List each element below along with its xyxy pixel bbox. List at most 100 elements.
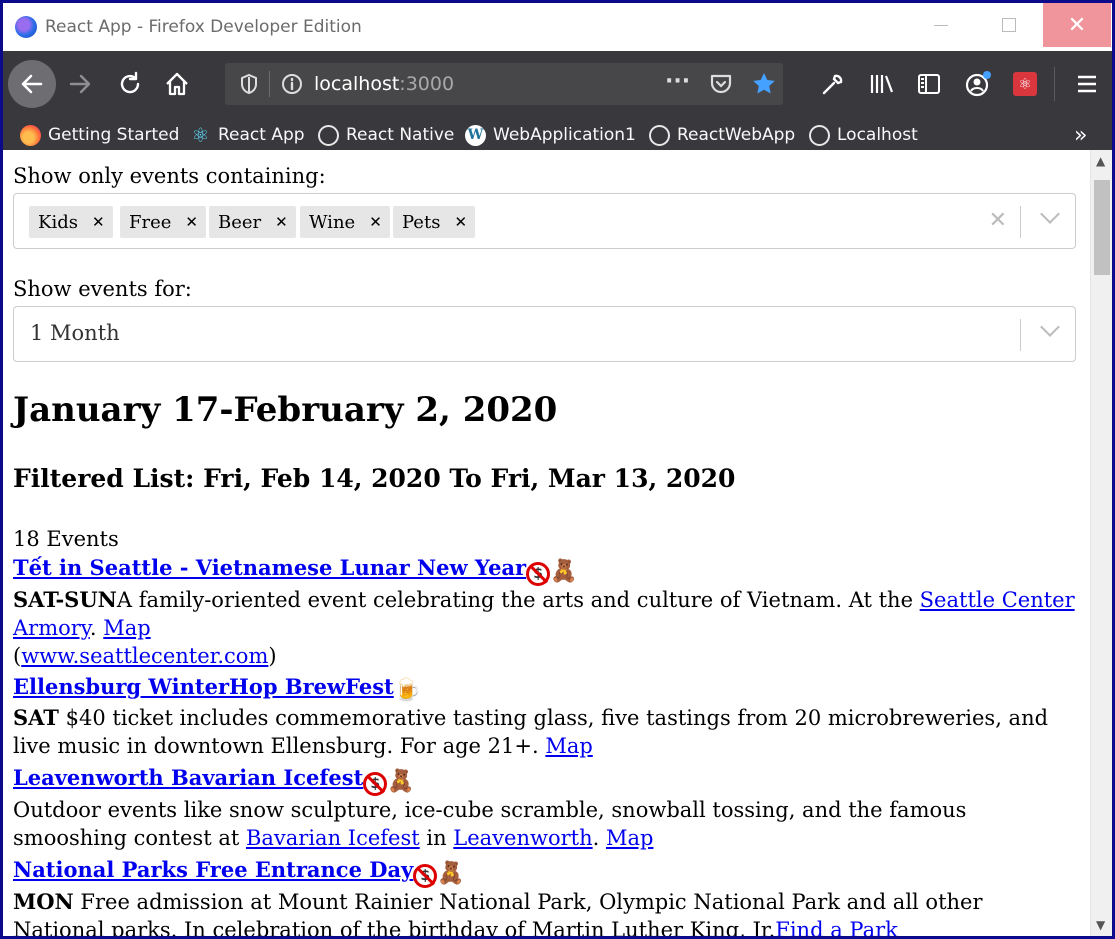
maximize-button[interactable] — [975, 3, 1043, 47]
forward-arrow-icon — [69, 74, 91, 94]
free-icon: $ — [363, 772, 388, 796]
react-devtools-extension-icon[interactable]: ⚛ — [1013, 72, 1037, 96]
chevron-down-icon[interactable] — [1040, 204, 1060, 224]
map-link[interactable]: Map — [606, 826, 653, 850]
minimize-button[interactable] — [907, 3, 975, 47]
toolbar-divider — [1054, 67, 1055, 101]
map-link[interactable]: Map — [103, 616, 150, 640]
home-button[interactable] — [163, 70, 191, 98]
window-title: React App - Firefox Developer Edition — [45, 17, 362, 37]
scroll-up-icon[interactable]: ▲ — [1096, 154, 1105, 168]
events-list: Tết in Seattle - Vietnamese Lunar New Ye… — [13, 554, 1078, 936]
url-port: :3000 — [399, 73, 455, 95]
bookmark-getting-started[interactable]: Getting Started — [20, 117, 179, 153]
event-title-link[interactable]: National Parks Free Entrance Day — [13, 857, 413, 882]
site-info-icon — [282, 74, 302, 94]
event-day: SAT — [13, 705, 59, 730]
kids-teddy-bear-icon: 🧸 — [550, 559, 578, 584]
map-link[interactable]: Map — [545, 734, 592, 758]
title-bar: React App - Firefox Developer Edition ✕ — [3, 3, 1112, 51]
tag-chip-pets: Pets ✕ — [393, 206, 476, 238]
back-button[interactable] — [8, 60, 56, 108]
event-item: Tết in Seattle - Vietnamese Lunar New Ye… — [13, 555, 1075, 668]
period-filter-label: Show events for: — [13, 277, 192, 301]
wordpress-icon: W — [465, 124, 486, 146]
event-title-link[interactable]: Tết in Seattle - Vietnamese Lunar New Ye… — [13, 555, 526, 580]
bookmark-star-icon[interactable] — [751, 71, 777, 97]
scrollbar-thumb[interactable] — [1094, 180, 1110, 275]
event-day: MON — [13, 889, 74, 914]
event-icons: $ 🧸 — [363, 767, 415, 796]
select-separator — [1020, 319, 1021, 351]
select-separator — [1020, 206, 1021, 238]
event-icons: 🍺 — [394, 676, 421, 704]
tag-label: Kids — [38, 211, 78, 233]
event-item: Ellensburg WinterHop BrewFest🍺 SAT $40 t… — [13, 673, 1078, 760]
bookmark-react-native[interactable]: React Native — [318, 117, 454, 153]
forward-button[interactable] — [67, 71, 93, 97]
find-park-link[interactable]: Find a Park — [775, 918, 898, 936]
venue-link[interactable]: Bavarian Icefest — [246, 826, 420, 850]
kids-teddy-bear-icon: 🧸 — [437, 861, 465, 886]
clear-all-icon[interactable]: ✕ — [989, 208, 1007, 233]
bookmark-localhost[interactable]: Localhost — [809, 117, 918, 153]
scroll-down-icon[interactable]: ▼ — [1096, 918, 1105, 932]
address-bar[interactable]: localhost:3000 ··· — [225, 63, 783, 105]
back-arrow-icon — [21, 74, 43, 94]
react-icon: ⚛ — [191, 123, 210, 147]
beer-mug-icon: 🍺 — [393, 678, 422, 703]
tag-chip-beer: Beer ✕ — [209, 206, 296, 238]
wrench-icon[interactable] — [821, 72, 845, 96]
close-window-button[interactable]: ✕ — [1043, 3, 1111, 47]
filtered-list-heading: Filtered List: Fri, Feb 14, 2020 To Fri,… — [13, 464, 736, 493]
event-item: National Parks Free Entrance Day $ 🧸 MON F… — [13, 856, 1078, 936]
event-day: SAT-SUN — [13, 587, 117, 612]
bookmark-react-app[interactable]: ⚛ React App — [190, 117, 305, 153]
chevron-double-right-icon: » — [1074, 122, 1088, 148]
date-range-heading: January 17-February 2, 2020 — [13, 390, 558, 430]
navigation-toolbar: localhost:3000 ··· ⚛ — [3, 51, 1112, 117]
menu-icon[interactable] — [1076, 74, 1098, 94]
website-link[interactable]: www.seattlecenter.com — [21, 644, 268, 668]
event-title-link[interactable]: Leavenworth Bavarian Icefest — [13, 765, 363, 790]
pocket-icon[interactable] — [709, 73, 733, 95]
bookmark-reactwebapp[interactable]: ReactWebApp — [649, 117, 795, 153]
city-link[interactable]: Leavenworth — [453, 826, 592, 850]
kids-teddy-bear-icon: 🧸 — [387, 769, 415, 794]
reload-icon — [120, 71, 140, 94]
tag-filter-select[interactable]: Kids ✕ Free ✕ Beer ✕ Wine ✕ Pets ✕ ✕ — [13, 193, 1076, 249]
library-icon[interactable] — [869, 72, 895, 96]
tag-label: Free — [129, 211, 172, 233]
bookmark-label: React Native — [346, 125, 455, 145]
remove-tag-icon[interactable]: ✕ — [454, 213, 467, 231]
globe-icon — [809, 124, 830, 146]
event-icons: $ 🧸 — [526, 557, 578, 586]
tag-chip-kids: Kids ✕ — [29, 206, 113, 238]
bookmarks-overflow-button[interactable]: » — [1074, 117, 1087, 153]
bookmark-label: ReactWebApp — [677, 125, 796, 145]
account-icon[interactable] — [964, 70, 992, 98]
globe-icon — [649, 124, 670, 146]
shield-icon — [241, 73, 257, 95]
period-select-value: 1 Month — [30, 321, 120, 345]
tag-chip-free: Free ✕ — [120, 206, 206, 238]
bookmark-webapplication1[interactable]: W WebApplication1 — [465, 117, 636, 153]
event-title-link[interactable]: Ellensburg WinterHop BrewFest — [13, 674, 394, 699]
tag-chip-wine: Wine ✕ — [300, 206, 390, 238]
sidebar-icon[interactable] — [917, 73, 941, 95]
browser-window: React App - Firefox Developer Edition ✕ … — [3, 3, 1112, 936]
bookmark-label: Getting Started — [48, 125, 180, 145]
remove-tag-icon[interactable]: ✕ — [369, 213, 382, 231]
period-select[interactable]: 1 Month — [13, 306, 1076, 362]
chevron-down-icon[interactable] — [1040, 317, 1060, 337]
bookmarks-toolbar: Getting Started ⚛ React App React Native… — [3, 117, 1112, 153]
tag-label: Wine — [309, 211, 356, 233]
separator-text: . — [592, 826, 606, 850]
remove-tag-icon[interactable]: ✕ — [92, 213, 105, 231]
page-actions-icon[interactable]: ··· — [665, 69, 690, 94]
remove-tag-icon[interactable]: ✕ — [185, 213, 198, 231]
reload-button[interactable] — [117, 71, 143, 97]
vertical-scrollbar[interactable]: ▲ ▼ — [1090, 150, 1112, 936]
remove-tag-icon[interactable]: ✕ — [275, 213, 288, 231]
event-item: Leavenworth Bavarian Icefest $ 🧸 Outdoor e… — [13, 764, 1078, 852]
